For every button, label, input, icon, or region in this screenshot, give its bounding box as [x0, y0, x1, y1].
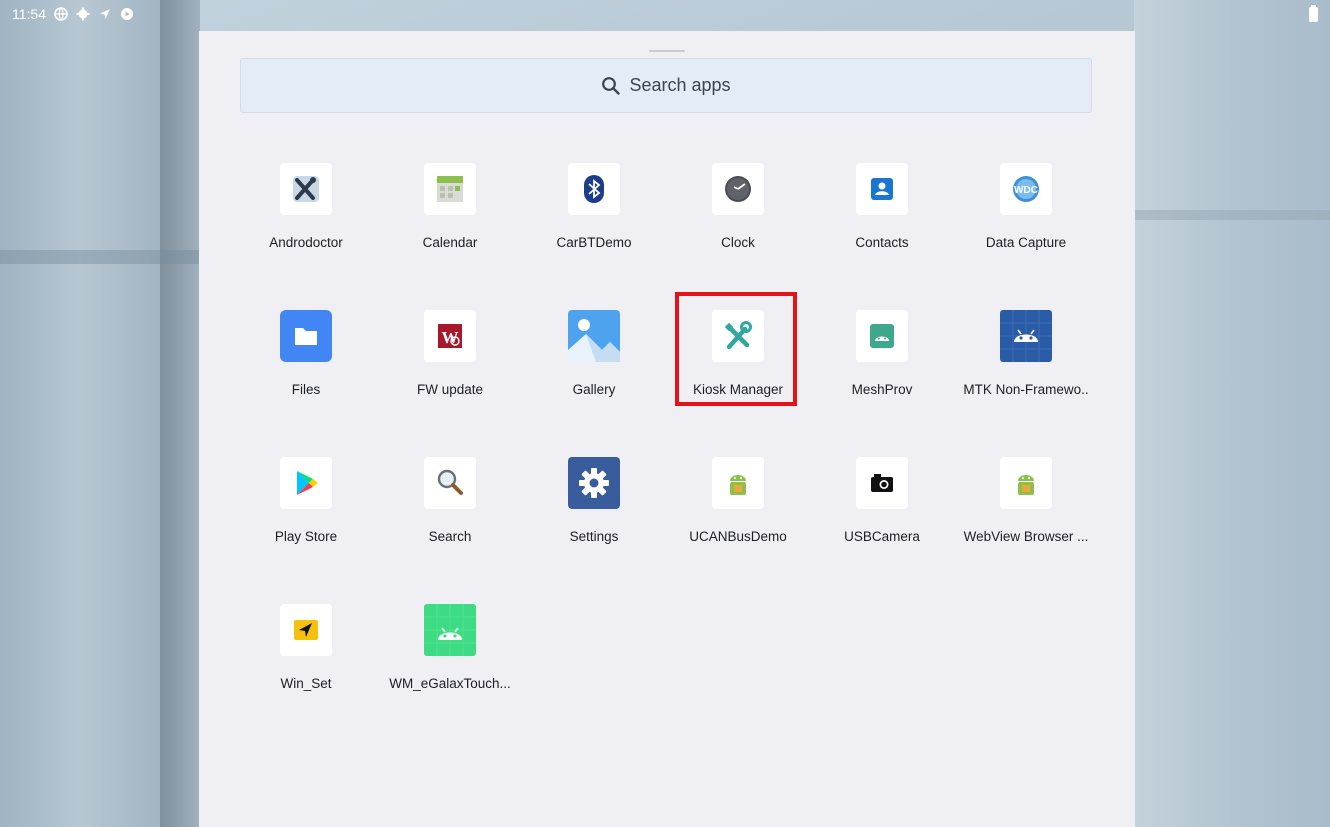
- clock-icon: [712, 163, 764, 215]
- calendar-icon: [424, 163, 476, 215]
- vpn-globe-icon: [54, 7, 68, 21]
- app-label: FW update: [416, 382, 484, 397]
- webview-android-icon: [1000, 457, 1052, 509]
- app-label: Data Capture: [985, 235, 1067, 250]
- wallpaper-beam-right: [1134, 210, 1330, 220]
- app-meshprov[interactable]: MeshProv: [809, 308, 955, 418]
- app-label: CarBTDemo: [556, 235, 632, 250]
- app-fw-update[interactable]: W FW update: [377, 308, 523, 418]
- app-label: Androdoctor: [269, 235, 343, 250]
- app-settings[interactable]: Settings: [521, 455, 667, 565]
- app-label: Clock: [721, 235, 755, 250]
- app-label: WebView Browser ...: [963, 529, 1089, 544]
- kiosk-manager-highlight-box: [675, 292, 797, 406]
- location-arrow-icon: [100, 9, 110, 19]
- wallpaper-pillar: [160, 0, 200, 827]
- contacts-icon: [856, 163, 908, 215]
- app-label: Settings: [569, 529, 619, 544]
- status-time: 11:54: [12, 6, 46, 22]
- shield-icon: [121, 8, 133, 20]
- app-label: Contacts: [855, 235, 909, 250]
- app-label: Calendar: [422, 235, 478, 250]
- files-folder-icon: [280, 310, 332, 362]
- egalax-android-icon: [424, 604, 476, 656]
- app-label: Play Store: [274, 529, 338, 544]
- settings-gear-icon: [76, 7, 90, 21]
- app-androdoctor[interactable]: Androdoctor: [233, 161, 379, 271]
- app-usbcamera[interactable]: USBCamera: [809, 455, 955, 565]
- status-bar: 11:54: [0, 0, 1330, 28]
- search-placeholder: Search apps: [629, 75, 731, 95]
- data-capture-icon: WDC: [1000, 163, 1052, 215]
- app-win-set[interactable]: Win_Set: [233, 602, 379, 712]
- app-label: MeshProv: [851, 382, 913, 397]
- wallpaper-right: [1134, 0, 1330, 827]
- app-label: Gallery: [572, 382, 616, 397]
- app-label: UCANBusDemo: [689, 529, 787, 544]
- app-gallery[interactable]: Gallery: [521, 308, 667, 418]
- app-webview-browser[interactable]: WebView Browser ...: [953, 455, 1099, 565]
- status-left-group: 11:54: [12, 6, 134, 22]
- magnifier-icon: [424, 457, 476, 509]
- app-contacts[interactable]: Contacts: [809, 161, 955, 271]
- mtk-android-icon: [1000, 310, 1052, 362]
- app-ucanbusdemo[interactable]: UCANBusDemo: [665, 455, 811, 565]
- fw-update-icon: W: [424, 310, 476, 362]
- app-carbtdemo[interactable]: CarBTDemo: [521, 161, 667, 271]
- win-set-arrow-icon: [280, 604, 332, 656]
- androdoctor-icon: [280, 163, 332, 215]
- app-label: WM_eGalaxTouch...: [389, 676, 511, 691]
- app-label: MTK Non-Framewo..: [963, 382, 1089, 397]
- meshprov-android-icon: [856, 310, 908, 362]
- ucanbus-android-icon: [712, 457, 764, 509]
- play-store-icon: [280, 457, 332, 509]
- app-label: Files: [291, 382, 321, 397]
- bluetooth-icon: [568, 163, 620, 215]
- drawer-handle[interactable]: [649, 50, 685, 52]
- app-files[interactable]: Files: [233, 308, 379, 418]
- search-apps-bar[interactable]: Search apps: [240, 58, 1092, 113]
- app-label: Search: [428, 529, 472, 544]
- app-mtk-non-framework[interactable]: MTK Non-Framewo..: [953, 308, 1099, 418]
- app-data-capture[interactable]: WDC Data Capture: [953, 161, 1099, 271]
- battery-icon: [1309, 4, 1318, 22]
- app-drawer: Search apps Androdoctor Calendar CarBTDe…: [199, 31, 1135, 827]
- app-search[interactable]: Search: [377, 455, 523, 565]
- app-clock[interactable]: Clock: [665, 161, 811, 271]
- app-calendar[interactable]: Calendar: [377, 161, 523, 271]
- app-wm-egalaxtouch[interactable]: WM_eGalaxTouch...: [377, 602, 523, 712]
- camera-icon: [856, 457, 908, 509]
- svg-text:WDC: WDC: [1014, 185, 1038, 196]
- settings-icon: [568, 457, 620, 509]
- gallery-icon: [568, 310, 620, 362]
- wallpaper-beam: [0, 250, 200, 264]
- search-icon: [602, 76, 621, 95]
- app-label: Win_Set: [280, 676, 332, 691]
- app-label: USBCamera: [844, 529, 920, 544]
- app-play-store[interactable]: Play Store: [233, 455, 379, 565]
